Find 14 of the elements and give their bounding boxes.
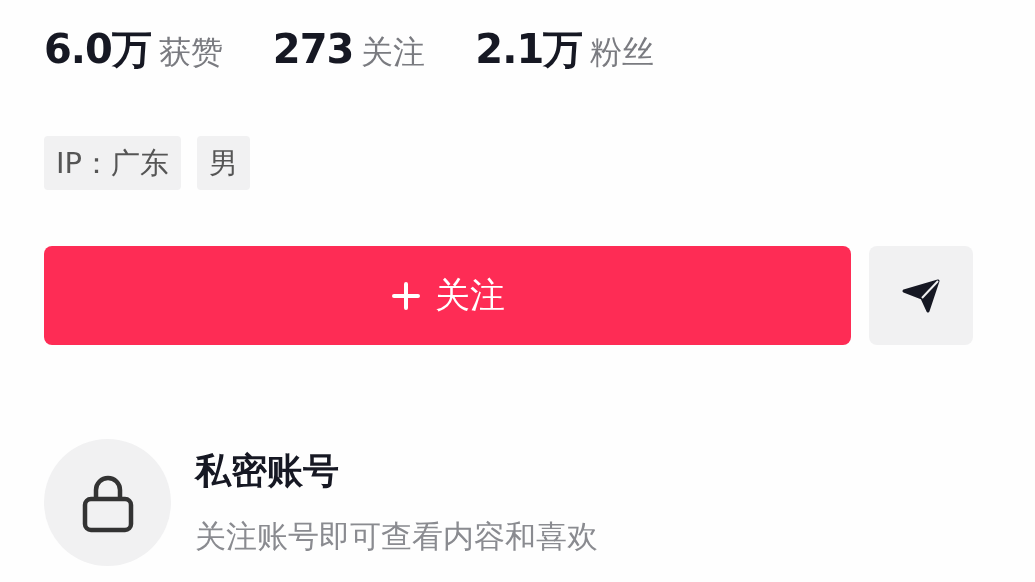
- stat-value: 6.0万: [44, 25, 151, 74]
- paper-plane-icon: [902, 278, 940, 313]
- send-button[interactable]: [869, 246, 973, 345]
- profile-tag: 男: [197, 136, 251, 190]
- stat-label: 关注: [361, 32, 426, 73]
- stat-label: 粉丝: [590, 32, 655, 73]
- follow-button[interactable]: 关注: [44, 246, 851, 345]
- private-account-hint: 关注账号即可查看内容和喜欢: [195, 517, 598, 556]
- stat-value: 273: [272, 26, 354, 72]
- profile-tag: IP：广东: [44, 136, 182, 190]
- private-account-title: 私密账号: [195, 449, 340, 493]
- plus-icon: [390, 280, 421, 311]
- stat-value: 2.1万: [475, 25, 583, 74]
- stat-label: 获赞: [158, 32, 223, 73]
